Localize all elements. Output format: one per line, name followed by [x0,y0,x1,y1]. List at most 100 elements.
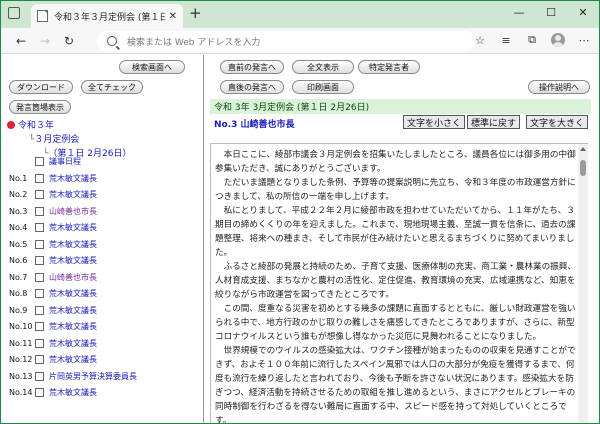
font-smaller-button[interactable]: 文字を小さく [403,115,466,129]
speaker-row[interactable]: No.9 荒木敏文議長 [9,304,97,317]
tree-year[interactable]: 令和３年 [7,118,54,131]
favorites-star-icon[interactable]: ☆ [471,31,489,49]
vertical-scrollbar[interactable] [578,144,588,423]
speaker-row[interactable]: No.1 荒木敏文議長 [9,172,97,185]
speaker-row[interactable]: No.3 山崎善也市長 [9,205,97,218]
speaker-row-link[interactable]: 荒木敏文議長 [49,338,97,349]
speaker-row-checkbox[interactable] [35,322,44,331]
speaker-list-button[interactable]: 発言箇場表示 [9,100,71,114]
favorites-list-icon[interactable]: ≡ [497,31,515,49]
speaker-row-checkbox[interactable] [35,157,44,166]
tab-title: 令和３年３月定例会 (第１日 2月2 [54,12,165,23]
right-panel: 直前の発言へ 全文表示 特定発言者 直後の発言へ 印刷画面 操作説明へ 令和 3… [206,55,599,424]
prev-speech-button[interactable]: 直前の発言へ [220,60,284,74]
speaker-row[interactable]: No.12 荒木敏文議長 [9,353,97,366]
speaker-row-link[interactable]: 荒木敏文議長 [49,354,97,365]
collections-icon[interactable]: ⧉ [523,31,541,49]
full-text-button[interactable]: 全文表示 [292,60,354,74]
scroll-up-icon[interactable] [580,147,586,151]
speaker-row[interactable]: No.8 荒木敏文議長 [9,287,97,300]
check-all-button[interactable]: 全てチェック [81,80,143,94]
speaker-row-checkbox[interactable] [35,388,44,397]
more-menu-icon[interactable]: ⋯ [575,31,593,49]
speaker-row-checkbox[interactable] [35,223,44,232]
address-bar[interactable]: 検索または Web アドレスを入力 [97,31,475,51]
print-screen-button[interactable]: 印刷画面 [292,80,354,94]
close-window-button[interactable]: ✕ [567,1,599,23]
navigation-bar: ← → ↻ 検索または Web アドレスを入力 ☆ ≡ ⧉ ⋯ [1,28,599,54]
font-larger-button[interactable]: 文字を大きく [526,115,589,129]
reload-button[interactable]: ↻ [57,30,81,52]
back-button[interactable]: ← [9,30,33,52]
speaker-row-checkbox[interactable] [35,289,44,298]
speaker-row-link[interactable]: 荒木敏文議長 [49,189,97,200]
speaker-row-checkbox[interactable] [35,355,44,364]
minutes-paragraph: この間、度重なる災害を初めとする幾多の課題に直面するとともに、厳しい財政運営を強… [215,304,576,342]
speaker-row-checkbox[interactable] [35,305,44,315]
speaker-row-link[interactable]: 荒木敏文議長 [49,387,97,398]
speaker-row[interactable]: No.13 片岡英男予算決算委員長 [9,370,137,383]
speaker-row-link[interactable]: 荒木敏文議長 [49,173,97,184]
speaker-row-number: No.9 [9,305,28,315]
speaker-row-link[interactable]: 荒木敏文議長 [49,222,97,233]
search-screen-button[interactable]: 検索画面へ [119,60,185,74]
forward-button[interactable]: → [33,30,57,52]
speaker-row-link[interactable]: 荒木敏文議長 [49,255,97,266]
speaker-row-link[interactable]: 議事日程 [49,156,81,167]
minimize-button[interactable]: — [503,1,535,23]
speaker-row[interactable]: 議事日程 [9,155,81,168]
tree-year-label: 令和３年 [18,121,55,131]
speaker-row-link[interactable]: 片岡英男予算決算委員長 [49,371,137,382]
speaker-row-checkbox[interactable] [35,239,44,249]
speaker-row-number: No.7 [9,272,28,282]
speaker-row-link[interactable]: 山崎善也市長 [49,206,97,217]
speaker-heading: No.3 山崎善也市長 [214,120,295,130]
scrollbar-thumb[interactable] [580,160,586,176]
speaker-row-checkbox[interactable] [35,338,44,348]
speaker-row-link[interactable]: 荒木敏文議長 [49,321,97,332]
speaker-row[interactable]: No.5 荒木敏文議長 [9,238,97,251]
speaker-row[interactable]: No.7 山崎善也市長 [9,271,97,284]
speaker-row-link[interactable]: 荒木敏文議長 [49,239,97,250]
minutes-paragraph: 本日ここに、綾部市議会３月定例会を招集いたしましたところ、議員各位には御多用の中… [215,150,576,174]
avatar-icon [551,33,565,47]
minutes-paragraph: 世界規模でのウイルスの感染拡大は、ワクチン接種が始まったものの収束を見通すことが… [215,346,576,424]
speaker-row-checkbox[interactable] [35,190,44,199]
browser-tab[interactable]: 令和３年３月定例会 (第１日 2月2 ✕ [31,4,183,28]
download-button[interactable]: ダウンロード [9,80,73,94]
speaker-row-link[interactable]: 荒木敏文議長 [49,288,97,299]
speaker-row-number: No.5 [9,239,28,249]
new-tab-button[interactable]: + [189,4,202,22]
speaker-row[interactable]: No.10 荒木敏文議長 [9,320,97,333]
speaker-row-number: No.13 [9,371,33,381]
next-speech-button[interactable]: 直後の発言へ [220,80,284,94]
speaker-row-link[interactable]: 荒木敏文議長 [49,305,97,316]
speaker-row-link[interactable]: 山崎善也市長 [49,272,97,283]
minutes-paragraph: 私にとりまして、平成２２年２月に綾部市政を担わせていただいてから、１１年がたち、… [215,206,576,258]
speaker-row-number: No.6 [9,256,28,265]
tab-close-icon[interactable]: ✕ [169,11,177,22]
speaker-row-number: No.1 [9,173,28,183]
speaker-row-checkbox[interactable] [35,173,44,183]
tab-actions-icon[interactable] [8,7,20,19]
speaker-row[interactable]: No.2 荒木敏文議長 [9,188,97,201]
speaker-row-number: No.14 [9,388,33,397]
maximize-button[interactable]: ☐ [535,1,567,23]
tree-session[interactable]: └３月定例会 [29,132,79,145]
specific-speaker-button[interactable]: 特定発言者 [358,60,420,74]
address-placeholder: 検索または Web アドレスを入力 [127,37,261,48]
speaker-row-checkbox[interactable] [35,206,44,216]
font-reset-button[interactable]: 標準に戻す [467,115,521,129]
speaker-row-number: No.12 [9,355,33,364]
profile-avatar[interactable] [549,31,567,49]
speaker-row[interactable]: No.6 荒木敏文議長 [9,254,97,267]
speaker-row[interactable]: No.4 荒木敏文議長 [9,221,97,234]
minutes-text: 本日ここに、綾部市議会３月定例会を招集いたしましたところ、議員各位には御多用の中… [215,148,579,424]
speaker-row[interactable]: No.14 荒木敏文議長 [9,386,97,399]
speaker-row-checkbox[interactable] [35,371,44,381]
speaker-row-checkbox[interactable] [35,256,44,265]
speaker-row[interactable]: No.11 荒木敏文議長 [9,337,97,350]
help-button[interactable]: 操作説明へ [528,80,590,94]
search-icon [107,36,117,46]
speaker-row-checkbox[interactable] [35,272,44,282]
